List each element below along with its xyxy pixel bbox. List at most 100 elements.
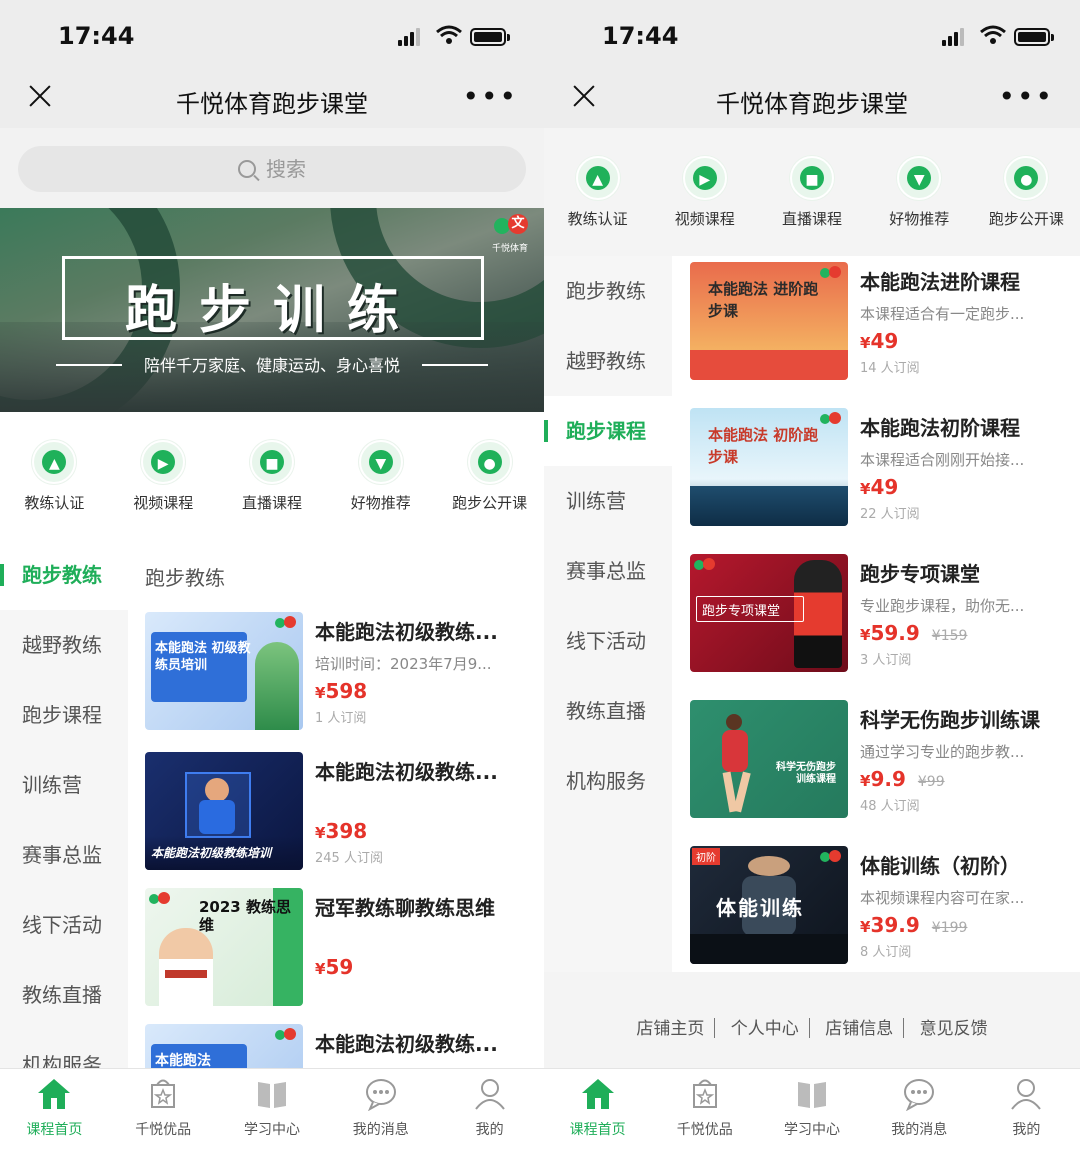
brand-logo bbox=[820, 412, 844, 424]
quick-coach-cert[interactable]: ▲ 教练认证 bbox=[544, 156, 651, 256]
tab-course-home[interactable]: 课程首页 bbox=[0, 1069, 109, 1158]
course-subscribers: 8 人订阅 bbox=[860, 945, 912, 960]
course-price: ¥59 bbox=[315, 955, 354, 979]
category-item[interactable]: 教练直播 bbox=[0, 960, 128, 1030]
category-item[interactable]: 赛事总监 bbox=[544, 536, 672, 606]
course-list: 本能跑法 进阶跑步课 本能跑法进阶课程 本课程适合有一定跑步... ¥49 14… bbox=[690, 256, 1080, 972]
quick-video[interactable]: ▶ 视频课程 bbox=[109, 440, 218, 540]
course-card[interactable]: 科学无伤跑步训练课程 科学无伤跑步训练课 通过学习专业的跑步教... ¥9.9 ¥… bbox=[690, 700, 1080, 846]
message-icon bbox=[904, 1079, 935, 1112]
tab-shop[interactable]: 千悦优品 bbox=[651, 1069, 758, 1158]
course-card[interactable]: 初阶 体能训练 体能训练（初阶） 本视频课程内容可在家... ¥39.9 ¥199… bbox=[690, 846, 1080, 972]
course-card[interactable]: 本能跑法初级教练培训 本能跑法初级教练... ¥398 245 人订阅 bbox=[145, 752, 544, 898]
course-card[interactable]: 2023 教练思维 冠军教练聊教练思维 ¥59 bbox=[145, 888, 544, 1034]
more-icon[interactable]: ••• bbox=[998, 83, 1054, 111]
quick-open-class[interactable]: ● 跑步公开课 bbox=[435, 440, 544, 540]
status-bar: 17:44 bbox=[0, 0, 544, 70]
footer-link-feedback[interactable]: 意见反馈 bbox=[920, 1019, 988, 1039]
battery-icon bbox=[470, 28, 510, 46]
tab-messages[interactable]: 我的消息 bbox=[866, 1069, 973, 1158]
quick-goods[interactable]: ▼ 好物推荐 bbox=[326, 440, 435, 540]
category-item[interactable]: 跑步课程 bbox=[0, 680, 128, 750]
course-desc bbox=[315, 793, 538, 813]
quick-coach-cert[interactable]: ▲ 教练认证 bbox=[0, 440, 109, 540]
banner[interactable]: 跑步训练 陪伴千万家庭、健康运动、身心喜悦 文 千悦体育 bbox=[0, 208, 544, 412]
brand-logo: 文 千悦体育 bbox=[486, 214, 534, 254]
category-item[interactable]: 线下活动 bbox=[544, 606, 672, 676]
category-item[interactable]: 线下活动 bbox=[0, 890, 128, 960]
quick-label: 直播课程 bbox=[782, 210, 843, 228]
bottom-tab-bar: 课程首页 千悦优品 学习中心 我的消息 我的 bbox=[0, 1068, 544, 1158]
course-desc: 培训时间：2023年7月9... bbox=[315, 655, 492, 673]
tab-shop[interactable]: 千悦优品 bbox=[109, 1069, 218, 1158]
quick-open-class[interactable]: ● 跑步公开课 bbox=[973, 156, 1080, 256]
course-subscribers: 14 人订阅 bbox=[860, 361, 920, 376]
course-title: 本能跑法进阶课程 bbox=[860, 270, 1020, 294]
home-icon bbox=[581, 1079, 614, 1109]
category-item[interactable]: 跑步教练 bbox=[0, 540, 128, 610]
course-price: ¥49 bbox=[860, 329, 899, 353]
category-item[interactable]: 教练直播 bbox=[544, 676, 672, 746]
category-item[interactable]: 跑步课程 bbox=[544, 396, 672, 466]
course-card[interactable]: 跑步专项课堂 跑步专项课堂 专业跑步课程，助你无... ¥59.9 ¥159 3 … bbox=[690, 554, 1080, 700]
category-item[interactable]: 训练营 bbox=[544, 466, 672, 536]
quick-label: 视频课程 bbox=[674, 210, 735, 228]
quick-live[interactable]: ■ 直播课程 bbox=[758, 156, 865, 256]
left-screen: 17:44 千悦体育跑步课堂 ••• 搜索 跑步训练 陪伴千万家庭、健康运动、身… bbox=[0, 0, 544, 1158]
quick-video[interactable]: ▶ 视频课程 bbox=[651, 156, 758, 256]
tab-course-home[interactable]: 课程首页 bbox=[544, 1069, 651, 1158]
tab-label: 千悦优品 bbox=[676, 1122, 733, 1138]
course-thumbnail: 本能跑法 bbox=[145, 1024, 303, 1068]
course-card[interactable]: 本能跑法 初级教练员培训 本能跑法初级教练... 培训时间：2023年7月9..… bbox=[145, 612, 544, 758]
brand-logo bbox=[820, 266, 844, 278]
tab-learning[interactable]: 学习中心 bbox=[758, 1069, 865, 1158]
thumb-text: 本能跑法 初级教练员培训 bbox=[155, 641, 251, 673]
tab-me[interactable]: 我的 bbox=[973, 1069, 1080, 1158]
course-thumbnail: 初阶 体能训练 bbox=[690, 846, 848, 964]
wifi-icon bbox=[436, 25, 462, 44]
footer-link-shop-home[interactable]: 店铺主页 bbox=[636, 1019, 704, 1039]
battery-icon bbox=[1014, 28, 1054, 46]
category-item[interactable]: 赛事总监 bbox=[0, 820, 128, 890]
category-item[interactable]: 跑步教练 bbox=[544, 256, 672, 326]
course-subscribers: 3 人订阅 bbox=[860, 653, 912, 668]
category-item[interactable]: 越野教练 bbox=[544, 326, 672, 396]
category-item[interactable]: 越野教练 bbox=[0, 610, 128, 680]
level-badge: 初阶 bbox=[692, 848, 720, 865]
tab-label: 课程首页 bbox=[26, 1122, 83, 1138]
category-sidebar: 跑步教练 越野教练 跑步课程 训练营 赛事总监 线下活动 教练直播 机构服务 bbox=[0, 540, 128, 1100]
tab-me[interactable]: 我的 bbox=[435, 1069, 544, 1158]
more-icon[interactable]: ••• bbox=[462, 83, 518, 111]
search-input[interactable]: 搜索 bbox=[18, 146, 526, 192]
video-icon: ▶ bbox=[141, 440, 186, 484]
quick-goods[interactable]: ▼ 好物推荐 bbox=[866, 156, 973, 256]
footer-link-profile[interactable]: 个人中心 bbox=[731, 1019, 799, 1039]
quick-icon-row: ▲ 教练认证 ▶ 视频课程 ■ 直播课程 ▼ 好物推荐 ● 跑步公开课 bbox=[0, 412, 544, 540]
course-card[interactable]: 本能跑法 初阶跑步课 本能跑法初阶课程 本课程适合刚刚开始接... ¥49 22… bbox=[690, 408, 1080, 554]
category-item[interactable]: 机构服务 bbox=[544, 746, 672, 816]
quick-label: 教练认证 bbox=[24, 494, 85, 512]
course-price: ¥49 bbox=[860, 475, 899, 499]
course-desc bbox=[315, 929, 538, 949]
course-card[interactable]: 本能跑法 本能跑法初级教练... bbox=[145, 1024, 544, 1068]
open-class-icon: ● bbox=[467, 440, 512, 484]
status-time: 17:44 bbox=[58, 22, 135, 50]
quick-label: 跑步公开课 bbox=[452, 494, 528, 512]
coach-cert-icon: ▲ bbox=[32, 440, 77, 484]
course-desc: 本课程适合有一定跑步... bbox=[860, 305, 1025, 323]
thumb-text: 2023 教练思维 bbox=[199, 898, 291, 934]
quick-live[interactable]: ■ 直播课程 bbox=[218, 440, 327, 540]
tab-learning[interactable]: 学习中心 bbox=[218, 1069, 327, 1158]
bottom-tab-bar: 课程首页 千悦优品 学习中心 我的消息 我的 bbox=[544, 1068, 1080, 1158]
course-desc: 通过学习专业的跑步教... bbox=[860, 743, 1025, 761]
quick-icon-row: ▲ 教练认证 ▶ 视频课程 ■ 直播课程 ▼ 好物推荐 ● 跑步公开课 bbox=[544, 128, 1080, 256]
course-price: ¥9.9 ¥99 bbox=[860, 767, 945, 791]
tab-label: 我的 bbox=[475, 1122, 504, 1138]
category-item[interactable]: 训练营 bbox=[0, 750, 128, 820]
thumb-text: 本能跑法 bbox=[155, 1053, 211, 1068]
course-card[interactable]: 本能跑法 进阶跑步课 本能跑法进阶课程 本课程适合有一定跑步... ¥49 14… bbox=[690, 262, 1080, 408]
footer-link-shop-info[interactable]: 店铺信息 bbox=[825, 1019, 893, 1039]
tab-messages[interactable]: 我的消息 bbox=[326, 1069, 435, 1158]
course-subscribers: 245 人订阅 bbox=[315, 851, 383, 866]
footer-links: 店铺主页 个人中心 店铺信息 意见反馈 bbox=[544, 972, 1080, 1068]
